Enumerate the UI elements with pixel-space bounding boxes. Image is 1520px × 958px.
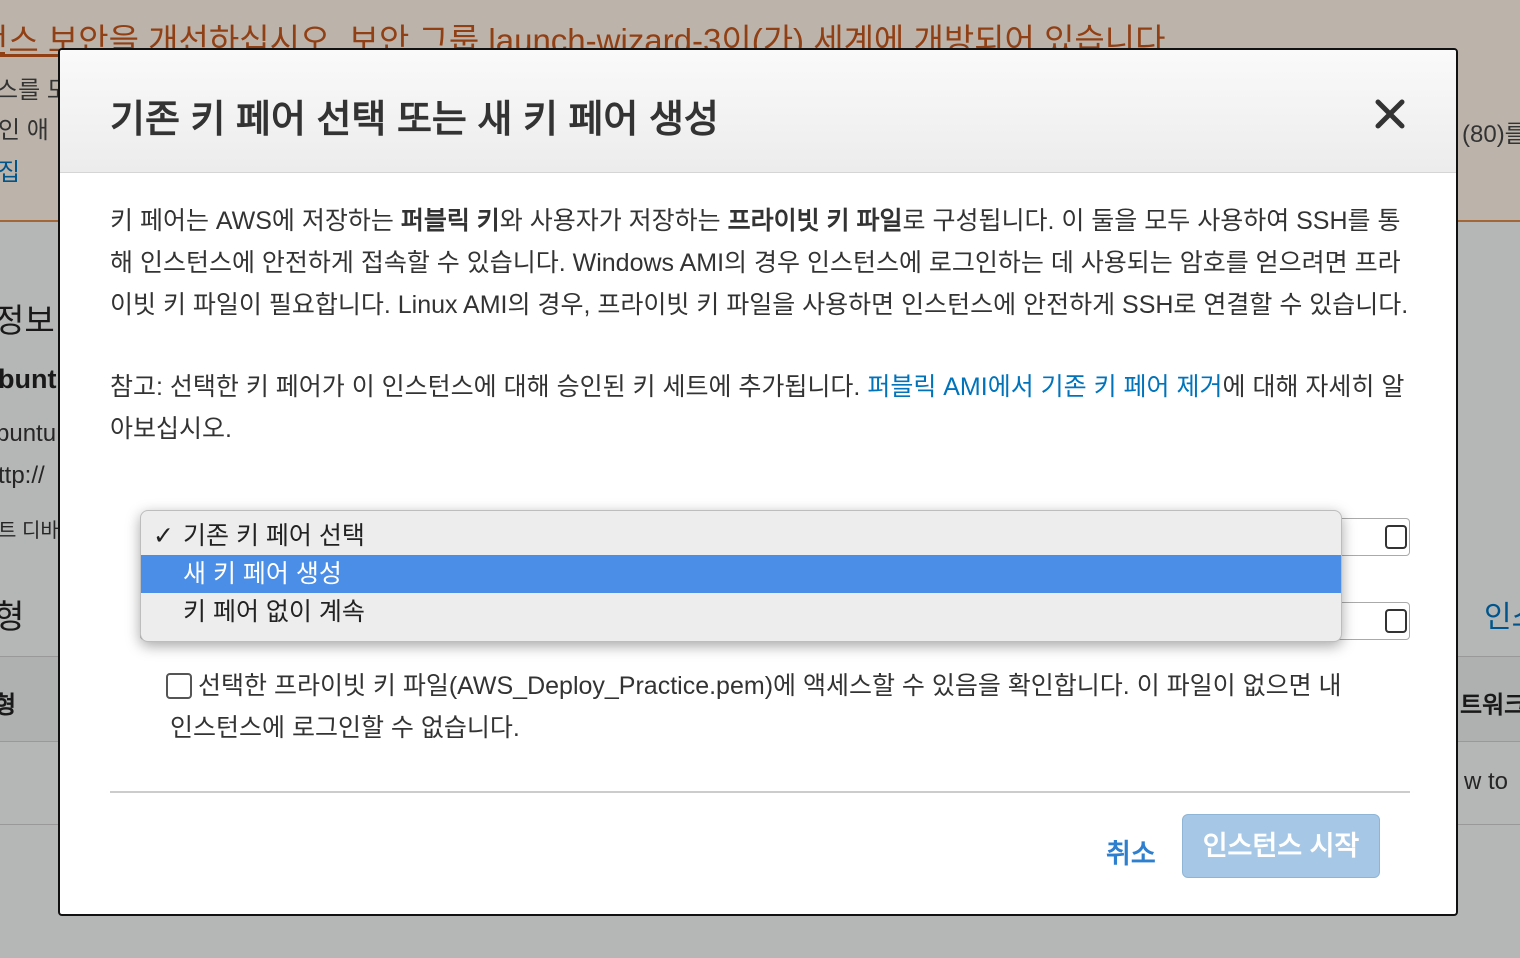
intro-paragraph: 키 페어는 AWS에 저장하는 퍼블릭 키와 사용자가 저장하는 프라이빗 키 … <box>110 200 1410 326</box>
intro-text: 와 사용자가 저장하는 <box>499 207 728 235</box>
intro-bold-private-key: 프라이빗 키 파일 <box>727 207 903 235</box>
cancel-button[interactable]: 취소 <box>1106 832 1156 871</box>
acknowledge-checkbox[interactable] <box>166 673 192 699</box>
intro-text: 키 페어는 AWS에 저장하는 <box>110 207 401 235</box>
select-arrow-icon <box>1385 525 1407 549</box>
key-pair-dropdown-menu: ✓ 기존 키 페어 선택 새 키 페어 생성 키 페어 없이 계속 <box>140 510 1342 642</box>
option-label: 키 페어 없이 계속 <box>183 598 365 626</box>
dialog-body: 키 페어는 AWS에 저장하는 퍼블릭 키와 사용자가 저장하는 프라이빗 키 … <box>110 200 1410 640</box>
note-text: 참고: 선택한 키 페어가 이 인스턴스에 대해 승인된 키 세트에 추가됩니다… <box>110 373 868 401</box>
option-choose-existing[interactable]: ✓ 기존 키 페어 선택 <box>141 517 1341 555</box>
note-paragraph: 참고: 선택한 키 페어가 이 인스턴스에 대해 승인된 키 세트에 추가됩니다… <box>110 366 1410 450</box>
intro-bold-public-key: 퍼블릭 키 <box>400 207 500 235</box>
option-create-new[interactable]: 새 키 페어 생성 <box>141 555 1341 593</box>
acknowledge-section: 선택한 프라이빗 키 파일(AWS_Deploy_Practice.pem)에 … <box>110 665 1360 749</box>
dialog-header: 기존 키 페어 선택 또는 새 키 페어 생성 <box>60 50 1456 173</box>
close-button[interactable] <box>1370 94 1410 134</box>
option-label: 새 키 페어 생성 <box>183 560 342 588</box>
dialog-title: 기존 키 페어 선택 또는 새 키 페어 생성 <box>110 99 719 141</box>
option-proceed-without[interactable]: 키 페어 없이 계속 <box>141 593 1341 631</box>
footer-divider <box>110 791 1410 793</box>
option-label: 기존 키 페어 선택 <box>183 522 365 550</box>
close-icon <box>1375 99 1405 129</box>
launch-instances-button[interactable]: 인스턴스 시작 <box>1182 814 1380 878</box>
remove-key-pair-link[interactable]: 퍼블릭 AMI에서 기존 키 페어 제거 <box>867 373 1222 401</box>
select-arrow-icon <box>1385 609 1407 633</box>
key-pair-dialog: 기존 키 페어 선택 또는 새 키 페어 생성 키 페어는 AWS에 저장하는 … <box>58 48 1458 916</box>
checkmark-icon: ✓ <box>153 522 174 550</box>
acknowledge-label: 선택한 프라이빗 키 파일(AWS_Deploy_Practice.pem)에 … <box>170 672 1342 742</box>
